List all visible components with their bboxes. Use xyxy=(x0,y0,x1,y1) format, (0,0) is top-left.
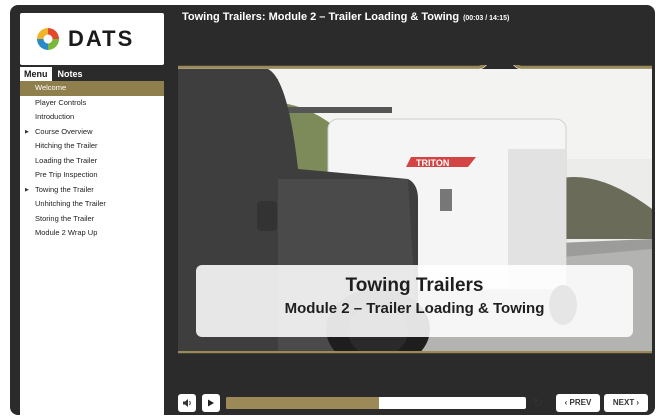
elapsed-time: (00:03 / 14:15) xyxy=(463,15,510,22)
menu-item-label: Hitching the Trailer xyxy=(35,141,98,150)
menu-item-label: Towing the Trailer xyxy=(35,184,94,194)
slide-stage: TRITON Towing Trailers Module 2 – Traile… xyxy=(178,69,652,351)
menu-item-towing-the-trailer[interactable]: ▶ Towing the Trailer xyxy=(20,183,164,198)
menu-panel: Welcome Player Controls Introduction ▶ Cours… xyxy=(20,81,164,415)
seek-bar[interactable] xyxy=(226,397,526,409)
logo-text: DATS xyxy=(68,26,135,51)
dats-logo-icon xyxy=(37,28,59,50)
menu-item-hitching-the-trailer[interactable]: Hitching the Trailer xyxy=(20,139,164,154)
menu-item-player-controls[interactable]: Player Controls xyxy=(20,96,164,111)
menu-item-label: Pre Trip Inspection xyxy=(35,170,98,179)
menu-item-course-overview[interactable]: ▶ Course Overview xyxy=(20,125,164,140)
menu-item-label: Course Overview xyxy=(35,126,93,136)
menu-item-loading-the-trailer[interactable]: Loading the Trailer xyxy=(20,154,164,169)
menu-item-label: Loading the Trailer xyxy=(35,155,98,165)
play-icon xyxy=(208,399,214,407)
trailer-brand: TRITON xyxy=(416,158,449,168)
caption-title: Towing Trailers xyxy=(345,275,484,296)
caption-subtitle: Module 2 – Trailer Loading & Towing xyxy=(284,300,545,317)
menu-item-introduction[interactable]: Introduction xyxy=(20,110,164,125)
volume-button[interactable] xyxy=(178,394,196,412)
replay-icon: ↻ xyxy=(532,396,544,410)
expand-arrow-icon: ▶ xyxy=(25,128,29,135)
menu-item-pre-trip-inspection[interactable]: Pre Trip Inspection xyxy=(20,168,164,183)
menu-item-label: Introduction xyxy=(35,112,75,121)
menu-item-module-2-wrap-up[interactable]: Module 2 Wrap Up xyxy=(20,226,164,241)
title-text: Towing Trailers: Module 2 – Trailer Load… xyxy=(182,11,460,23)
logo: DATS xyxy=(20,13,164,65)
menu-item-label: Player Controls xyxy=(35,97,87,107)
seek-bar-progress xyxy=(226,397,379,409)
menu-item-welcome[interactable]: Welcome xyxy=(20,81,164,96)
menu-item-label: Storing the Trailer xyxy=(35,213,95,223)
play-button[interactable] xyxy=(202,394,220,412)
speaker-icon xyxy=(183,399,191,407)
tab-menu[interactable]: Menu xyxy=(20,67,52,81)
slide-caption: Towing Trailers Module 2 – Trailer Loadi… xyxy=(196,265,633,337)
course-title: Towing Trailers: Module 2 – Trailer Load… xyxy=(182,11,509,23)
prev-button[interactable]: ‹ PREV xyxy=(556,394,600,412)
menu-item-label: Module 2 Wrap Up xyxy=(35,228,98,237)
sidebar-tabs: Menu Notes xyxy=(20,67,87,81)
course-player: DATS Towing Trailers: Module 2 – Trailer… xyxy=(10,5,655,415)
next-button[interactable]: NEXT › xyxy=(604,394,648,412)
menu-item-storing-the-trailer[interactable]: Storing the Trailer xyxy=(20,212,164,227)
tab-notes[interactable]: Notes xyxy=(54,67,87,81)
menu-item-label: Welcome xyxy=(35,83,67,92)
playback-controls: ↻ ‹ PREV NEXT › xyxy=(178,391,652,415)
menu-item-unhitching-the-trailer[interactable]: Unhitching the Trailer xyxy=(20,197,164,212)
menu-item-label: Unhitching the Trailer xyxy=(35,199,106,208)
replay-button[interactable]: ↻ xyxy=(530,395,546,411)
expand-arrow-icon: ▶ xyxy=(25,186,29,193)
